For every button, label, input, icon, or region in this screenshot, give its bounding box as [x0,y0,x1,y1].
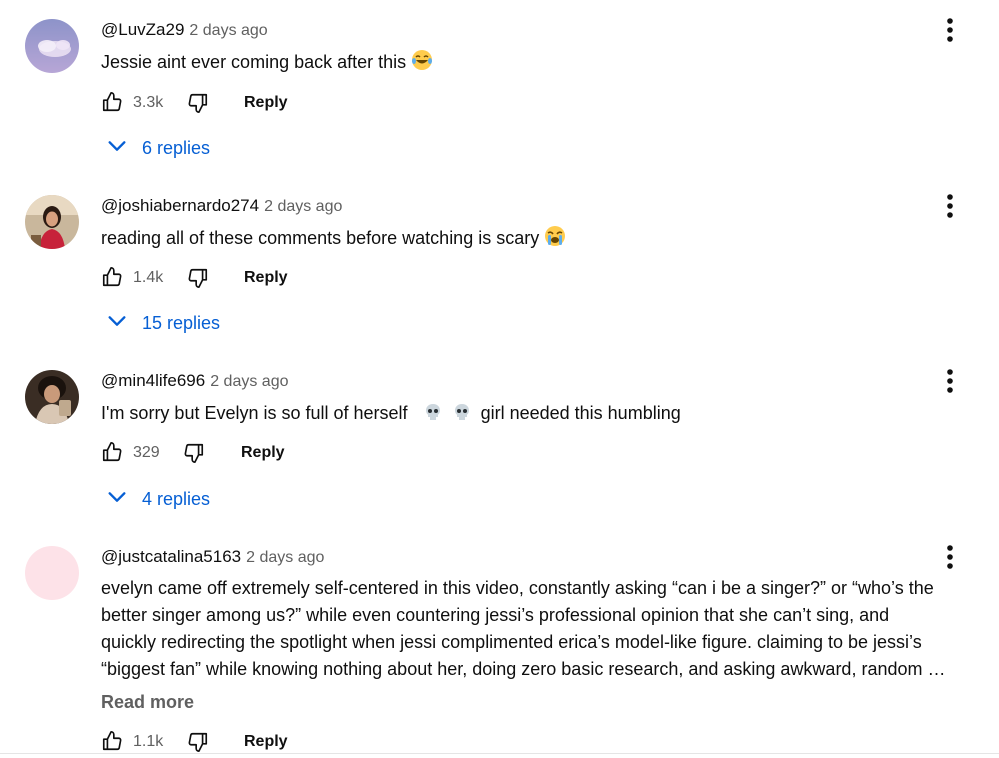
comment-text-line: evelyn came off extremely self-centered … [101,578,934,598]
like-count: 3.3k [133,94,164,111]
thumbs-up-icon[interactable] [101,730,123,752]
comment-time[interactable]: 2 days ago [210,373,288,391]
view-replies-button[interactable]: 4 replies [106,487,210,511]
comment-text: Jessie aint ever coming back after this [101,49,433,79]
view-replies-button[interactable]: 15 replies [106,311,220,335]
replies-count-label: 6 replies [142,137,211,158]
thumbs-down-icon[interactable] [187,731,209,753]
skull-emoji [452,402,472,430]
thumbs-up-icon[interactable] [101,266,123,288]
more-vert-icon[interactable] [938,17,962,45]
replies-count-label: 15 replies [142,312,221,333]
more-vert-icon[interactable] [938,368,962,396]
laughing-tears-emoji [411,49,433,79]
comment-header: @justcatalina5163 2 days ago [101,547,324,571]
avatar[interactable] [25,546,79,600]
reply-button[interactable]: Reply [244,92,288,114]
thumbs-down-icon[interactable] [187,92,209,114]
comment-time[interactable]: 2 days ago [189,22,267,40]
comment-time[interactable]: 2 days ago [264,198,342,216]
comment-toolbar: 1.4k Reply [101,266,401,292]
view-replies-button[interactable]: 6 replies [106,136,210,160]
comment-author[interactable]: @min4life696 [101,371,205,391]
avatar[interactable] [25,370,79,424]
comment-text-line: “biggest fan” while knowing nothing abou… [101,659,946,679]
comment-toolbar: 3.3k Reply [101,91,401,117]
thumbs-down-icon[interactable] [183,442,205,464]
chevron-down-icon [106,310,128,337]
like-count: 1.4k [133,269,164,286]
replies-count-label: 4 replies [142,488,211,509]
chevron-down-icon [106,135,128,162]
like-count: 1.1k [133,733,164,750]
more-vert-icon[interactable] [938,193,962,221]
comment-text: evelyn came off extremely self-centered … [101,575,945,683]
like-count: 329 [133,444,160,461]
thumbs-up-icon[interactable] [101,441,123,463]
comment-author[interactable]: @LuvZa29 [101,20,184,40]
more-vert-icon[interactable] [938,544,962,572]
read-more-link[interactable]: Read more [101,692,194,713]
skull-emoji [423,402,443,430]
comment-header: @joshiabernardo274 2 days ago [101,196,342,220]
comment-author[interactable]: @justcatalina5163 [101,547,241,567]
comment-text: I'm sorry but Evelyn is so full of herse… [101,400,681,430]
thumbs-up-icon[interactable] [101,91,123,113]
reply-button[interactable]: Reply [241,442,285,464]
avatar[interactable] [25,19,79,73]
loudly-crying-emoji [544,225,566,255]
comment-text-line: quickly redirecting the spotlight when j… [101,632,922,652]
avatar[interactable] [25,195,79,249]
chevron-down-icon [106,486,128,513]
reply-button[interactable]: Reply [244,731,288,753]
comment-time[interactable]: 2 days ago [246,549,324,567]
reply-button[interactable]: Reply [244,267,288,289]
comment-text-line: better singer among us?” while even coun… [101,605,890,625]
comment-text: reading all of these comments before wat… [101,225,566,255]
comment-header: @min4life696 2 days ago [101,371,288,395]
comment-header: @LuvZa29 2 days ago [101,20,268,44]
comment-author[interactable]: @joshiabernardo274 [101,196,259,216]
divider [0,753,999,754]
comment-toolbar: 329 Reply [101,441,401,467]
thumbs-down-icon[interactable] [187,267,209,289]
